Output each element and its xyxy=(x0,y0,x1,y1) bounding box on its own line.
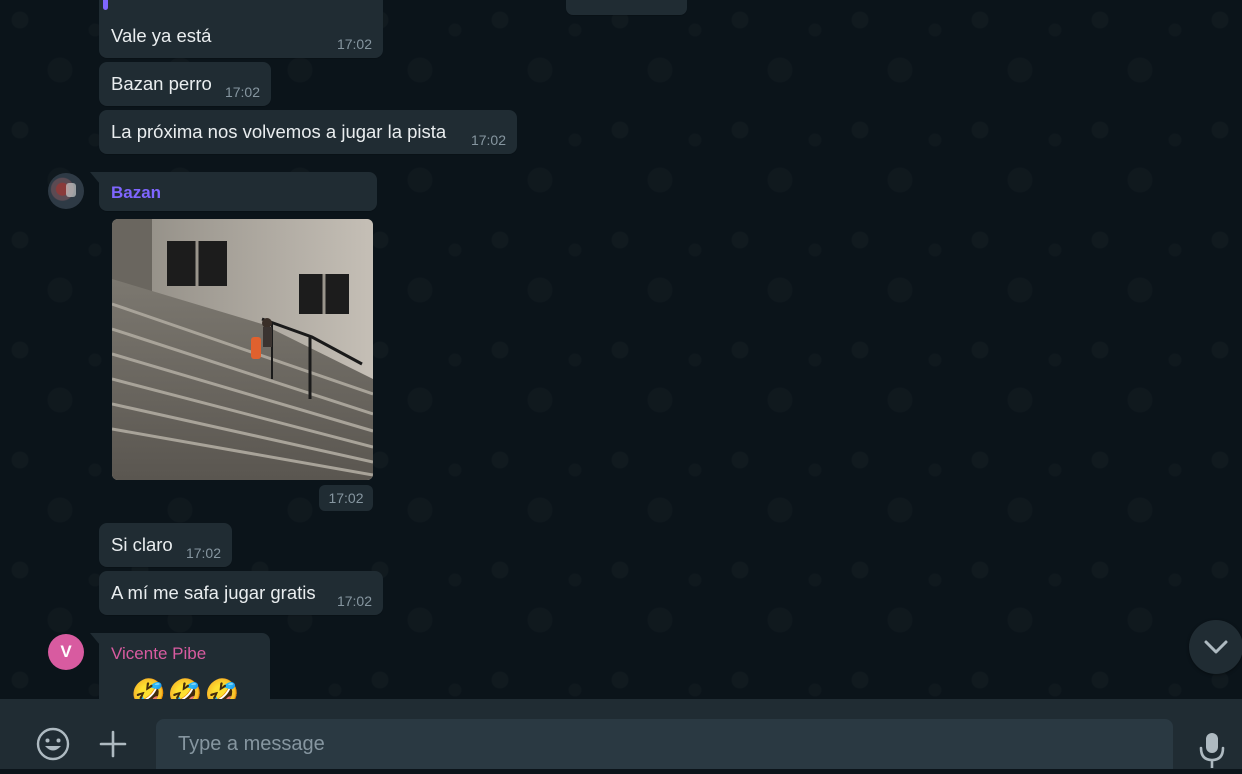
message-bubble[interactable]: Bazan perro 17:02 xyxy=(99,62,271,106)
plus-icon xyxy=(99,730,127,758)
quote-bar xyxy=(103,0,108,10)
message-bubble[interactable]: Vicente Pibe 🤣🤣🤣 xyxy=(90,633,270,699)
scroll-to-bottom-button[interactable] xyxy=(1189,620,1242,674)
chevron-down-icon xyxy=(1204,640,1228,654)
message-bubble[interactable]: A mí me safa jugar gratis 17:02 xyxy=(99,571,383,615)
avatar-photo-detail xyxy=(66,183,76,197)
message-text: A mí me safa jugar gratis xyxy=(111,582,316,603)
message-bubble[interactable]: Si claro 17:02 xyxy=(99,523,232,567)
message-time: 17:02 xyxy=(336,593,372,609)
message-text: Vale ya está xyxy=(111,25,212,46)
message-bubble[interactable]: La próxima nos volvemos a jugar la pista… xyxy=(99,110,517,154)
sender-name[interactable]: Bazan xyxy=(111,183,161,203)
bubble-tail xyxy=(90,172,100,184)
message-bubble[interactable]: Vale ya está 17:02 xyxy=(99,0,383,58)
message-input[interactable] xyxy=(156,719,1173,769)
bubble-tail xyxy=(90,633,100,645)
microphone-icon xyxy=(1199,733,1225,768)
chat-area: Vale ya está 17:02 Bazan perro 17:02 La … xyxy=(0,0,1242,699)
message-time: 17:02 xyxy=(336,36,372,52)
avatar[interactable] xyxy=(48,173,84,209)
date-pill xyxy=(566,0,687,15)
message-bubble[interactable]: Bazan xyxy=(90,172,377,211)
emoji-button[interactable] xyxy=(35,726,71,762)
sender-name[interactable]: Vicente Pibe xyxy=(111,644,206,664)
message-text: Si claro xyxy=(111,534,173,555)
attach-button[interactable] xyxy=(98,729,128,759)
voice-message-button[interactable] xyxy=(1196,731,1228,769)
message-text: La próxima nos volvemos a jugar la pista xyxy=(111,121,447,142)
avatar[interactable]: V xyxy=(48,634,84,670)
message-text: Bazan perro xyxy=(111,73,212,94)
image-message[interactable] xyxy=(112,219,373,480)
message-time: 17:02 xyxy=(185,545,221,561)
image-preview xyxy=(112,219,373,480)
message-time: 17:02 xyxy=(224,84,260,100)
message-time: 17:02 xyxy=(470,132,506,148)
avatar-letter: V xyxy=(60,642,72,661)
emoji-message: 🤣🤣🤣 xyxy=(131,678,242,699)
emoji-icon xyxy=(36,727,70,761)
image-time: 17:02 xyxy=(319,485,373,511)
